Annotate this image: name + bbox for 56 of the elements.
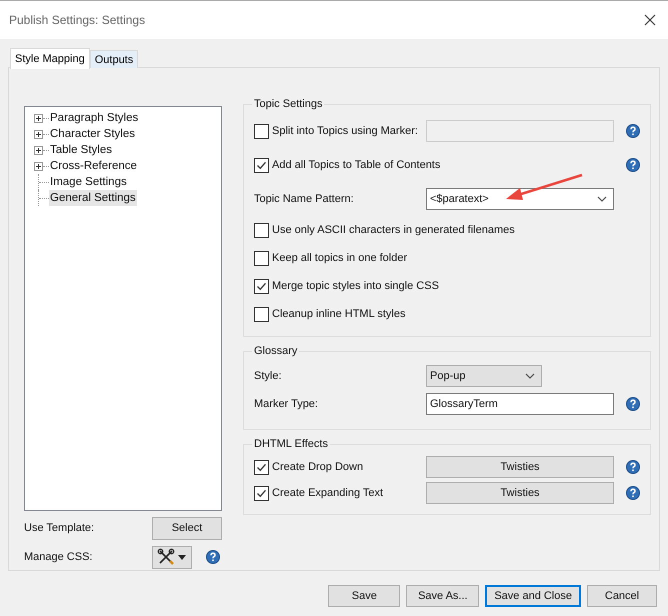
checkbox[interactable] bbox=[254, 306, 269, 322]
help-icon[interactable] bbox=[206, 550, 220, 564]
caret-icon bbox=[178, 554, 186, 560]
dialog-button[interactable]: Cancel bbox=[587, 585, 657, 607]
help-icon[interactable] bbox=[626, 397, 640, 411]
chevron-down-icon bbox=[597, 196, 607, 202]
help-icon[interactable] bbox=[626, 460, 640, 474]
dialog-button[interactable]: Save bbox=[328, 585, 400, 607]
checkbox-label: Use only ASCII characters in generated filenames bbox=[272, 224, 515, 236]
dialog-button[interactable]: Save As... bbox=[406, 585, 480, 607]
checkbox[interactable] bbox=[254, 278, 269, 294]
select-button[interactable]: Select bbox=[152, 516, 222, 540]
tree-item[interactable]: Paragraph Styles bbox=[49, 110, 140, 126]
close-icon[interactable] bbox=[644, 14, 656, 26]
checkbox-label: Cleanup inline HTML styles bbox=[272, 308, 406, 320]
tab[interactable]: Style Mapping bbox=[10, 48, 90, 69]
tree-item[interactable]: Image Settings bbox=[49, 174, 128, 190]
checkbox[interactable] bbox=[254, 222, 269, 238]
help-icon[interactable] bbox=[626, 158, 640, 172]
help-icon[interactable] bbox=[626, 124, 640, 138]
field-label: Style: bbox=[254, 370, 283, 382]
twisties-button[interactable]: Twisties bbox=[426, 482, 614, 504]
template-label: Use Template: bbox=[24, 522, 96, 534]
window-title: Publish Settings: Settings bbox=[9, 13, 146, 27]
checkbox[interactable] bbox=[254, 460, 269, 474]
field-label: Topic Name Pattern: bbox=[254, 193, 355, 205]
combo-field[interactable]: <$paratext> bbox=[426, 188, 614, 210]
dropdown[interactable]: Pop-up bbox=[426, 365, 542, 387]
checkbox-label: Create Expanding Text bbox=[272, 487, 384, 499]
chevron-down-icon bbox=[525, 373, 535, 379]
group-title: DHTML Effects bbox=[253, 438, 329, 450]
help-icon[interactable] bbox=[626, 486, 640, 500]
group-title: Glossary bbox=[253, 345, 298, 357]
tree-item[interactable]: Character Styles bbox=[49, 126, 136, 142]
input-field[interactable]: GlossaryTerm bbox=[426, 393, 614, 415]
input-field[interactable] bbox=[426, 120, 614, 142]
checkbox[interactable] bbox=[254, 250, 269, 266]
checkbox[interactable] bbox=[254, 158, 269, 172]
group-title: Topic Settings bbox=[253, 98, 324, 110]
tools-menu-button[interactable] bbox=[152, 546, 192, 568]
tools-icon bbox=[157, 548, 175, 566]
tree-item[interactable]: General Settings bbox=[49, 190, 137, 206]
field-label: Marker Type: bbox=[254, 398, 319, 410]
checkbox-label: Create Drop Down bbox=[272, 461, 364, 473]
checkbox-label: Add all Topics to Table of Contents bbox=[272, 159, 440, 171]
twisties-button[interactable]: Twisties bbox=[426, 456, 614, 478]
checkbox-label: Merge topic styles into single CSS bbox=[272, 280, 439, 292]
tree-item[interactable]: Cross-Reference bbox=[49, 158, 138, 174]
checkbox-label: Split into Topics using Marker: bbox=[272, 125, 418, 137]
checkbox[interactable] bbox=[254, 486, 269, 500]
dialog-button[interactable]: Save and Close bbox=[485, 585, 581, 607]
checkbox[interactable] bbox=[254, 124, 269, 138]
manage-css-label: Manage CSS: bbox=[24, 551, 94, 563]
tree-item[interactable]: Table Styles bbox=[49, 142, 114, 158]
tab[interactable]: Outputs bbox=[90, 50, 138, 68]
checkbox-label: Keep all topics in one folder bbox=[272, 252, 408, 264]
